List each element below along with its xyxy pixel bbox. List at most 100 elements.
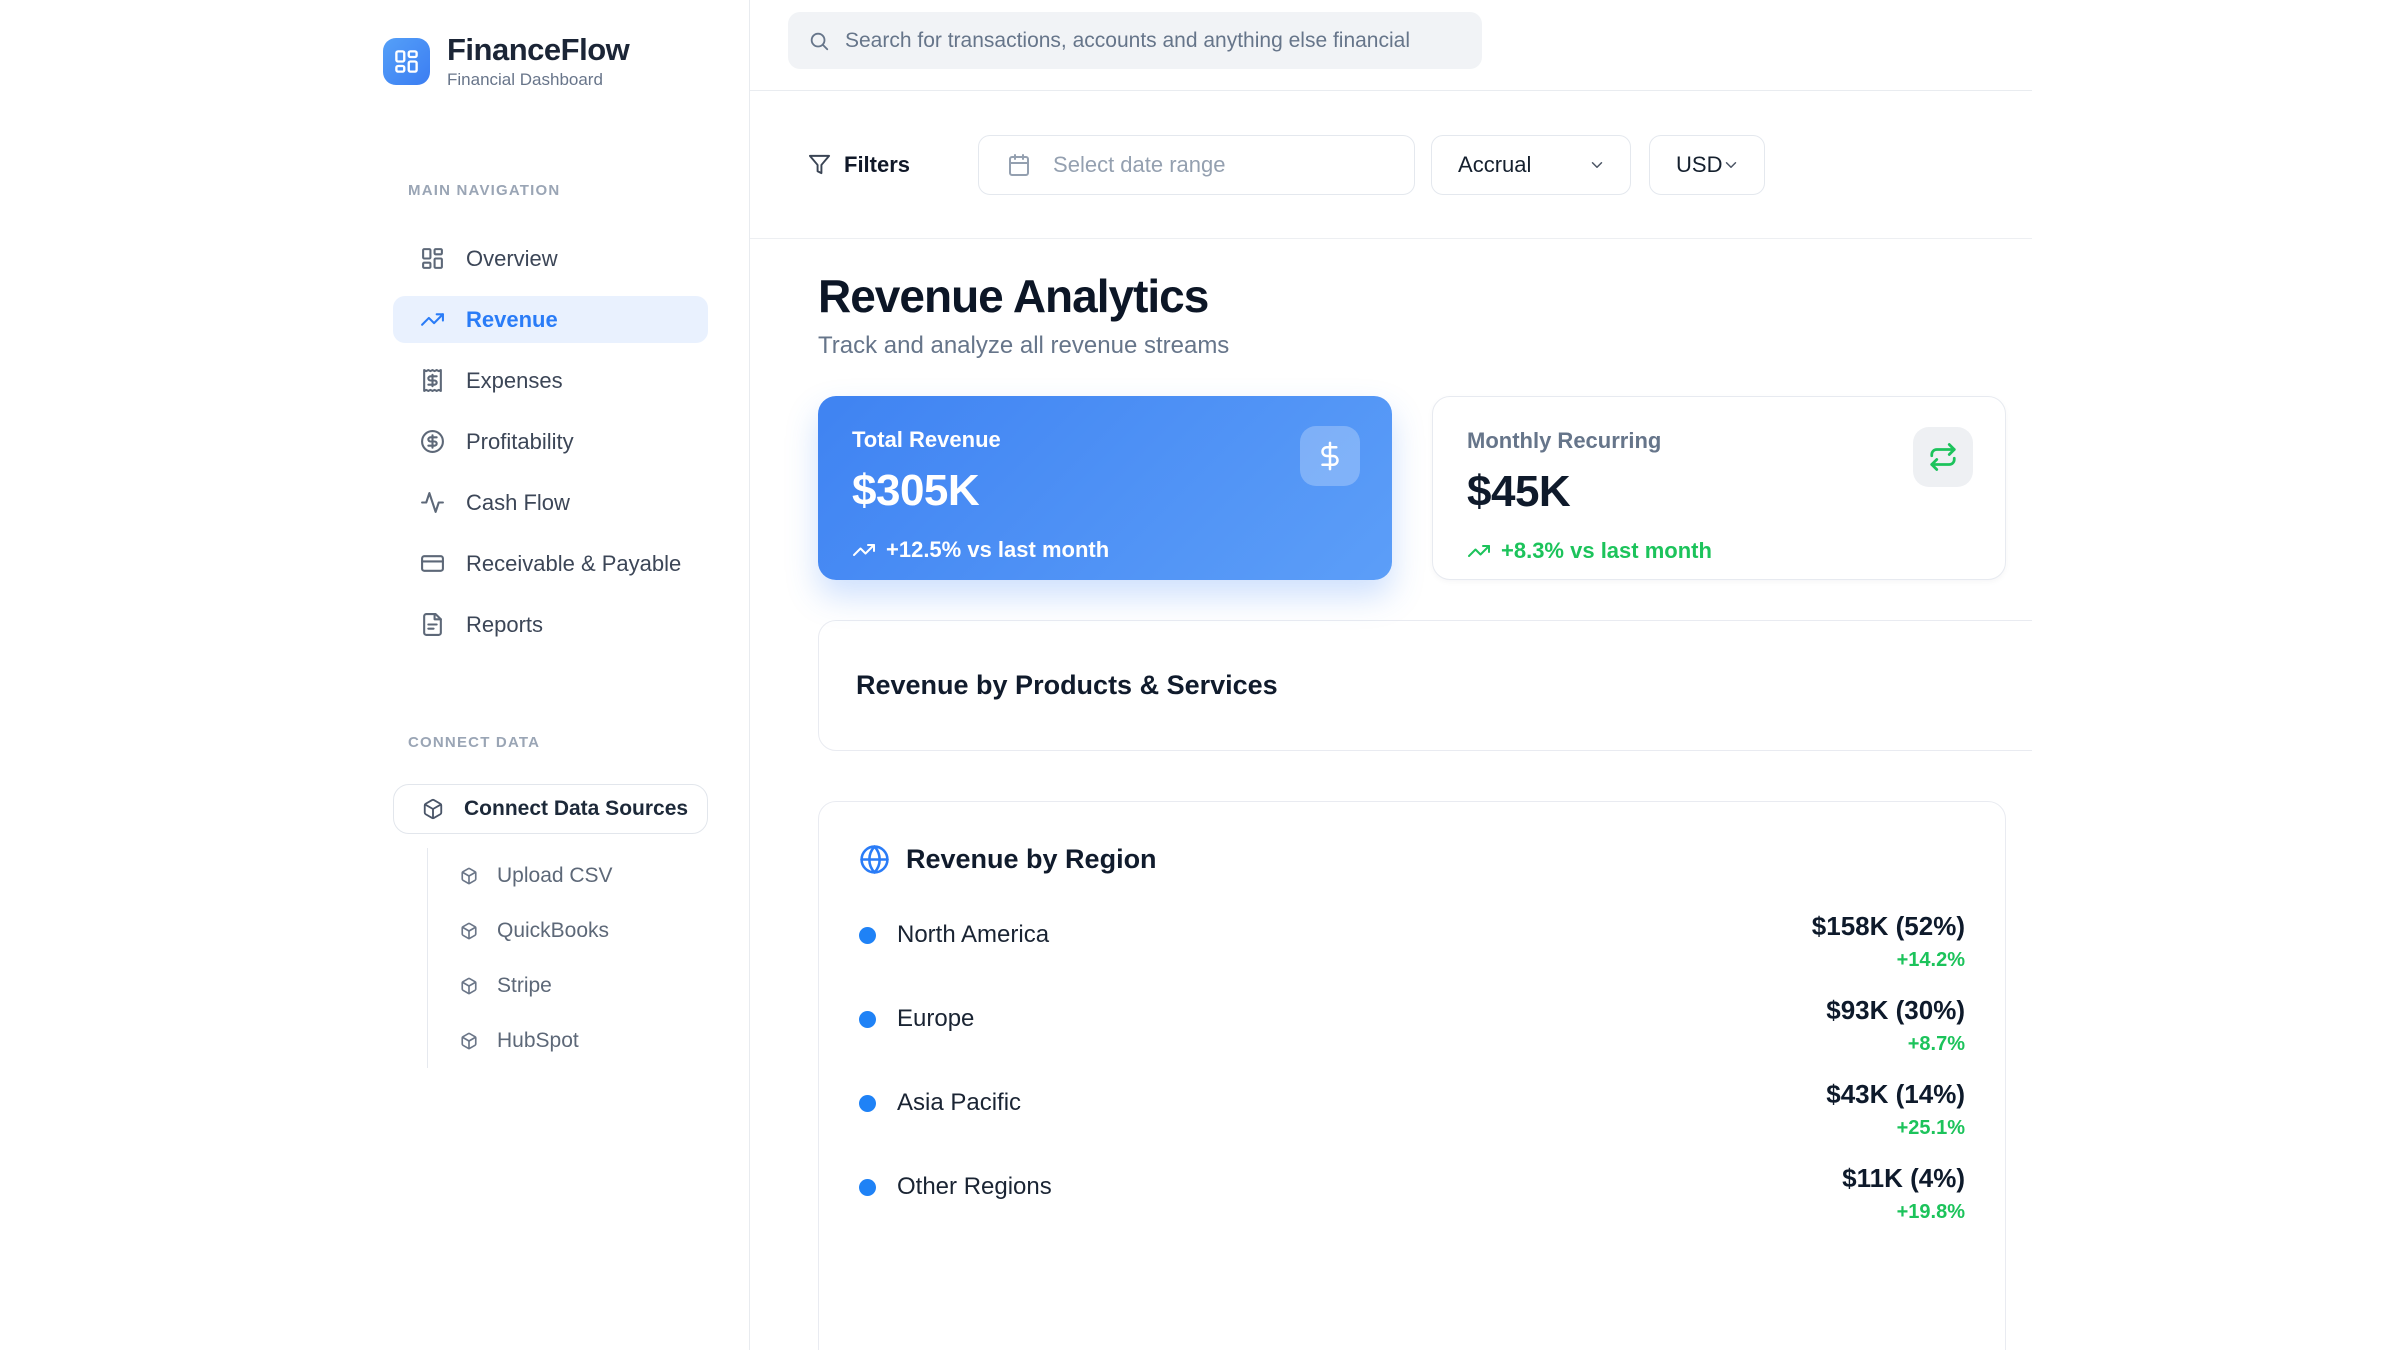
brand-logo-icon — [383, 38, 430, 85]
sidebar-item-label: Expenses — [466, 368, 563, 394]
revenue-by-products-card: Revenue by Products & Services — [818, 620, 2032, 751]
region-dot-icon — [859, 927, 876, 944]
receipt-icon — [420, 368, 445, 393]
region-row-right: $11K (4%) +19.8% — [1842, 1163, 1965, 1224]
sidebar-item-cash-flow[interactable]: Cash Flow — [393, 479, 708, 526]
region-delta: +14.2% — [1812, 949, 1965, 972]
region-value: $43K (14%) — [1826, 1079, 1965, 1110]
dollar-icon — [1315, 441, 1345, 471]
region-row-right: $43K (14%) +25.1% — [1826, 1079, 1965, 1140]
sidebar-item-reports[interactable]: Reports — [393, 601, 708, 648]
cube-icon — [460, 1032, 478, 1050]
search-icon — [808, 30, 830, 52]
region-delta: +19.8% — [1842, 1201, 1965, 1224]
region-row-left: Europe — [859, 1005, 974, 1033]
sidebar-item-overview[interactable]: Overview — [393, 235, 708, 282]
region-value: $11K (4%) — [1842, 1163, 1965, 1194]
region-row-north-america: North America $158K (52%) +14.2% — [859, 911, 1965, 972]
cube-icon — [460, 867, 478, 885]
layout-grid-icon — [420, 246, 445, 271]
region-row-right: $158K (52%) +14.2% — [1812, 911, 1965, 972]
recurring-badge — [1913, 427, 1973, 487]
date-range-picker[interactable]: Select date range — [978, 135, 1415, 195]
brand-text: FinanceFlow Financial Dashboard — [447, 33, 629, 90]
region-card-header: Revenue by Region — [859, 844, 1965, 875]
region-dot-icon — [859, 1011, 876, 1028]
sidebar-item-label: Profitability — [466, 429, 574, 455]
dollar-badge — [1300, 426, 1360, 486]
page-content: Revenue Analytics Track and analyze all … — [750, 239, 2032, 1350]
main-navigation-heading: MAIN NAVIGATION — [408, 182, 749, 199]
search-placeholder: Search for transactions, accounts and an… — [845, 29, 1410, 53]
products-section-title: Revenue by Products & Services — [856, 670, 1278, 701]
stat-delta: +8.3% vs last month — [1467, 538, 1971, 564]
date-range-placeholder: Select date range — [1053, 152, 1225, 178]
monthly-recurring-card: Monthly Recurring $45K +8.3% vs last mon… — [1432, 396, 2006, 580]
region-rows: North America $158K (52%) +14.2% Europe — [859, 911, 1965, 1224]
globe-icon — [859, 844, 890, 875]
top-bar: Search for transactions, accounts and an… — [750, 0, 2032, 91]
stat-label: Monthly Recurring — [1467, 428, 1971, 454]
page-title: Revenue Analytics — [818, 269, 2006, 323]
stat-delta-text: +8.3% vs last month — [1501, 538, 1712, 564]
brand: FinanceFlow Financial Dashboard — [383, 33, 749, 90]
region-row-europe: Europe $93K (30%) +8.7% — [859, 995, 1965, 1056]
region-row-left: Asia Pacific — [859, 1089, 1021, 1117]
sidebar-item-label: Revenue — [466, 307, 558, 333]
source-item-hubspot[interactable]: HubSpot — [460, 1013, 749, 1068]
repeat-icon — [1928, 442, 1958, 472]
total-revenue-card: Total Revenue $305K +12.5% vs last month — [818, 396, 1392, 580]
sidebar-item-profitability[interactable]: Profitability — [393, 418, 708, 465]
filter-bar: Filters Select date range Accrual USD — [750, 91, 2032, 239]
brand-tagline: Financial Dashboard — [447, 70, 629, 90]
region-dot-icon — [859, 1179, 876, 1196]
sidebar-item-expenses[interactable]: Expenses — [393, 357, 708, 404]
currency-select[interactable]: USD — [1649, 135, 1765, 195]
main-content: Search for transactions, accounts and an… — [750, 0, 2032, 1350]
main-navigation: Overview Revenue Expenses Profitability — [393, 235, 708, 648]
sidebar-item-label: Overview — [466, 246, 558, 272]
currency-value: USD — [1676, 152, 1722, 178]
activity-icon — [420, 490, 445, 515]
region-row-left: North America — [859, 921, 1049, 949]
credit-card-icon — [420, 551, 445, 576]
sidebar-item-label: Receivable & Payable — [466, 551, 681, 577]
region-row-right: $93K (30%) +8.7% — [1826, 995, 1965, 1056]
region-label: Other Regions — [897, 1173, 1052, 1201]
source-item-upload-csv[interactable]: Upload CSV — [460, 848, 749, 903]
trending-up-icon — [1467, 539, 1491, 563]
source-item-label: HubSpot — [497, 1029, 579, 1053]
file-text-icon — [420, 612, 445, 637]
trending-up-icon — [852, 538, 876, 562]
source-item-stripe[interactable]: Stripe — [460, 958, 749, 1013]
sidebar-item-label: Cash Flow — [466, 490, 570, 516]
revenue-by-region-card: Revenue by Region North America $158K (5… — [818, 801, 2006, 1350]
region-row-other-regions: Other Regions $11K (4%) +19.8% — [859, 1163, 1965, 1224]
circle-dollar-icon — [420, 429, 445, 454]
chevron-down-icon — [1722, 156, 1740, 174]
accounting-basis-select[interactable]: Accrual — [1431, 135, 1631, 195]
accounting-basis-value: Accrual — [1458, 152, 1531, 178]
stat-value: $45K — [1467, 467, 1971, 517]
source-item-label: Upload CSV — [497, 864, 613, 888]
stat-value: $305K — [852, 466, 1358, 516]
region-label: Europe — [897, 1005, 974, 1033]
region-section-title: Revenue by Region — [906, 844, 1157, 875]
region-delta: +25.1% — [1826, 1117, 1965, 1140]
connect-data-heading: CONNECT DATA — [408, 734, 749, 751]
search-input[interactable]: Search for transactions, accounts and an… — [788, 12, 1482, 69]
data-sources-list: Upload CSV QuickBooks Stripe HubSpot — [427, 848, 749, 1068]
sidebar-item-revenue[interactable]: Revenue — [393, 296, 708, 343]
connect-data-sources-button[interactable]: Connect Data Sources — [393, 784, 708, 834]
right-whitespace — [2032, 0, 2400, 1350]
region-label: Asia Pacific — [897, 1089, 1021, 1117]
source-item-label: Stripe — [497, 974, 552, 998]
region-row-left: Other Regions — [859, 1173, 1052, 1201]
region-row-asia-pacific: Asia Pacific $43K (14%) +25.1% — [859, 1079, 1965, 1140]
cube-icon — [422, 798, 444, 820]
sidebar-item-receivable-payable[interactable]: Receivable & Payable — [393, 540, 708, 587]
app-window: FinanceFlow Financial Dashboard MAIN NAV… — [0, 0, 2400, 1350]
filters-label: Filters — [844, 152, 910, 178]
sidebar-item-label: Reports — [466, 612, 543, 638]
source-item-quickbooks[interactable]: QuickBooks — [460, 903, 749, 958]
